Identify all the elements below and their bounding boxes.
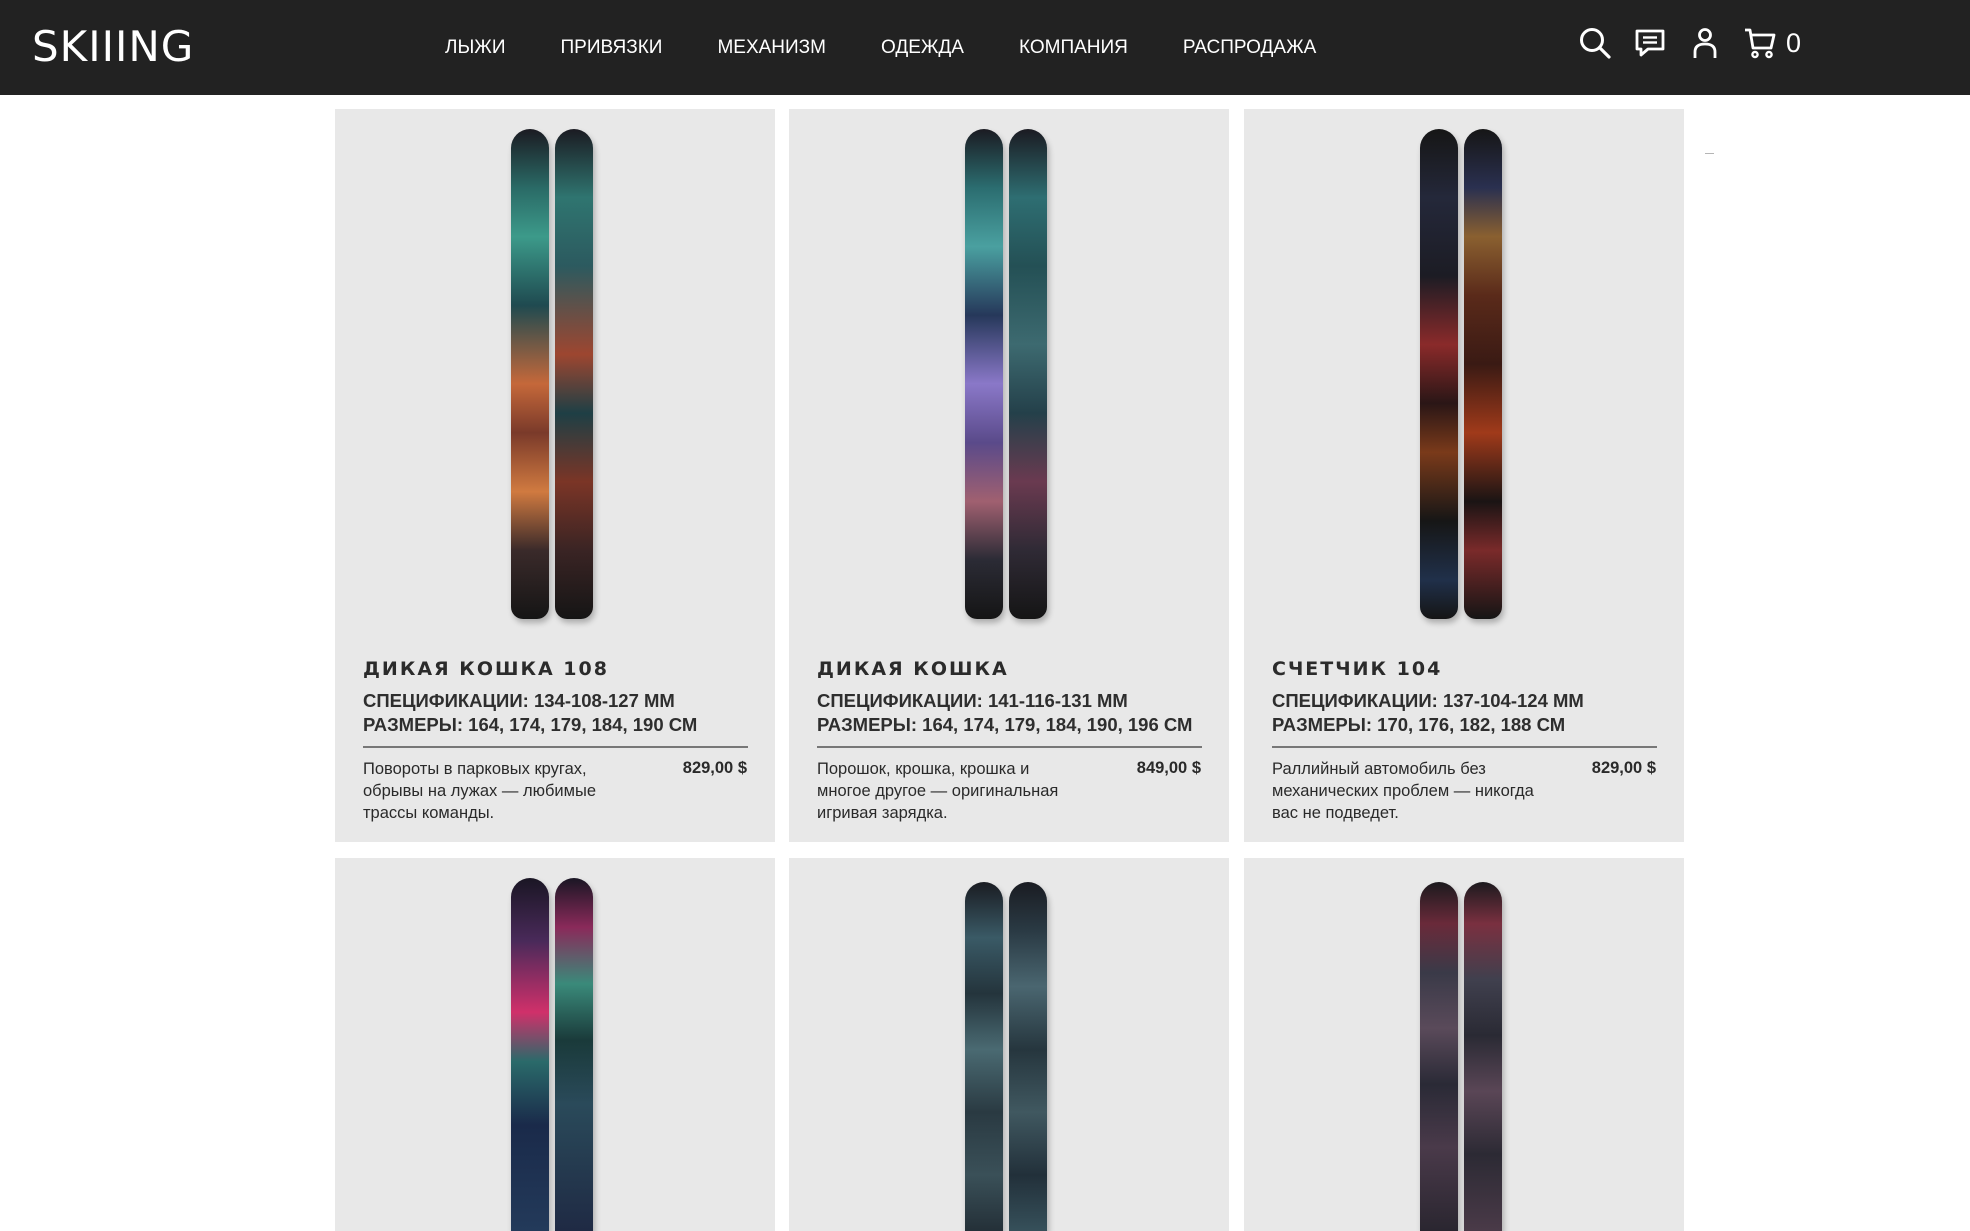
product-title[interactable]: ДИКАЯ КОШКА (817, 657, 1009, 681)
nav-item-bindings[interactable]: ПРИВЯЗКИ (561, 36, 663, 60)
ski-left (511, 878, 549, 1231)
ski-pair-image (1420, 882, 1508, 1231)
product-specs: СПЕЦИФИКАЦИИ: 141-116-131 ММ (817, 690, 1128, 711)
chat-icon[interactable] (1631, 24, 1669, 62)
ski-left (511, 129, 549, 619)
product-title[interactable]: ДИКАЯ КОШКА 108 (363, 657, 609, 681)
ski-pair-image (511, 878, 599, 1231)
product-card[interactable] (335, 858, 775, 1231)
product-card[interactable]: ДИКАЯ КОШКА СПЕЦИФИКАЦИИ: 141-116-131 ММ… (789, 109, 1229, 842)
product-image[interactable] (335, 109, 775, 629)
product-title[interactable]: СЧЕТЧИК 104 (1272, 657, 1442, 681)
divider (1705, 153, 1714, 154)
product-image[interactable] (335, 858, 775, 1231)
ski-pair-image (511, 129, 599, 619)
product-image[interactable] (789, 109, 1229, 629)
product-description: Порошок, крошка, крошка и многое другое … (817, 760, 1059, 822)
product-sizes: РАЗМЕРЫ: 170, 176, 182, 188 СМ (1272, 714, 1566, 735)
ski-right (555, 129, 593, 619)
card-divider (363, 746, 748, 748)
ski-right (555, 878, 593, 1231)
ski-left (1420, 882, 1458, 1231)
nav-item-sale[interactable]: РАСПРОДАЖА (1183, 36, 1316, 60)
product-price: 829,00 $ (1591, 759, 1656, 777)
product-sizes: РАЗМЕРЫ: 164, 174, 179, 184, 190, 196 СМ (817, 714, 1193, 735)
nav-item-mechanism[interactable]: МЕХАНИЗМ (717, 36, 826, 60)
cart-count: 0 (1786, 28, 1802, 58)
ski-pair-image (1420, 129, 1508, 619)
product-image[interactable] (1244, 109, 1684, 629)
header-tools: 0 (1576, 24, 1801, 62)
product-card[interactable] (789, 858, 1229, 1231)
search-icon[interactable] (1576, 24, 1614, 62)
top-header: SKIIING ЛЫЖИ ПРИВЯЗКИ МЕХАНИЗМ ОДЕЖДА КО… (0, 0, 1970, 95)
nav-item-company[interactable]: КОМПАНИЯ (1019, 36, 1128, 60)
ski-right (1464, 129, 1502, 619)
ski-pair-image (965, 882, 1053, 1231)
user-icon[interactable] (1686, 24, 1724, 62)
main-nav: ЛЫЖИ ПРИВЯЗКИ МЕХАНИЗМ ОДЕЖДА КОМПАНИЯ Р… (445, 36, 1371, 60)
nav-item-clothing[interactable]: ОДЕЖДА (881, 36, 964, 60)
product-image[interactable] (789, 858, 1229, 1231)
ski-pair-image (965, 129, 1053, 619)
site-logo[interactable]: SKIIING (32, 22, 194, 72)
ski-right (1464, 882, 1502, 1231)
ski-right (1009, 129, 1047, 619)
product-description: Раллийный автомобиль без механических пр… (1272, 760, 1534, 822)
product-card[interactable]: СЧЕТЧИК 104 СПЕЦИФИКАЦИИ: 137-104-124 ММ… (1244, 109, 1684, 842)
ski-right (1009, 882, 1047, 1231)
product-image[interactable] (1244, 858, 1684, 1231)
card-divider (1272, 746, 1657, 748)
ski-left (1420, 129, 1458, 619)
product-description: Повороты в парковых кругах, обрывы на лу… (363, 760, 596, 822)
product-price: 829,00 $ (682, 759, 747, 777)
product-specs: СПЕЦИФИКАЦИИ: 134-108-127 ММ (363, 690, 675, 711)
nav-item-skis[interactable]: ЛЫЖИ (445, 36, 506, 60)
cart-icon[interactable] (1741, 24, 1779, 62)
product-sizes: РАЗМЕРЫ: 164, 174, 179, 184, 190 СМ (363, 714, 698, 735)
card-divider (817, 746, 1202, 748)
product-card[interactable] (1244, 858, 1684, 1231)
product-price: 849,00 $ (1136, 759, 1201, 777)
ski-left (965, 129, 1003, 619)
product-specs: СПЕЦИФИКАЦИИ: 137-104-124 ММ (1272, 690, 1584, 711)
product-card[interactable]: ДИКАЯ КОШКА 108 СПЕЦИФИКАЦИИ: 134-108-12… (335, 109, 775, 842)
ski-left (965, 882, 1003, 1231)
